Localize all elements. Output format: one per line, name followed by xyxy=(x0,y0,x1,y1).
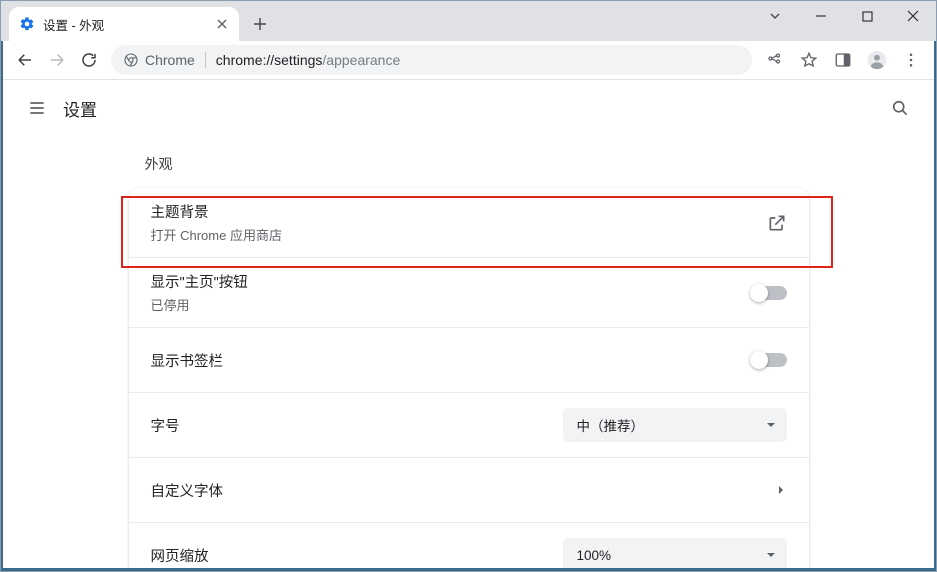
row-page-zoom-title: 网页缩放 xyxy=(151,545,209,566)
url-host: chrome://settings xyxy=(216,52,323,68)
profile-button[interactable] xyxy=(860,44,894,76)
tab-close-button[interactable] xyxy=(215,19,229,29)
page-zoom-value: 100% xyxy=(577,548,612,563)
window-maximize-button[interactable] xyxy=(844,1,890,31)
window-border-right xyxy=(934,1,936,571)
share-button[interactable] xyxy=(758,44,792,76)
row-bookmarks-bar: 显示书签栏 xyxy=(129,327,809,392)
caret-down-icon xyxy=(765,419,777,431)
url-path: /appearance xyxy=(322,52,400,68)
caret-down-icon xyxy=(765,549,777,561)
row-home-button-subtitle: 已停用 xyxy=(151,295,248,314)
section-title: 外观 xyxy=(145,154,809,174)
external-link-icon xyxy=(767,213,787,233)
side-panel-button[interactable] xyxy=(826,44,860,76)
browser-window: 设置 - 外观 xyxy=(0,0,937,572)
row-custom-fonts-title: 自定义字体 xyxy=(151,480,224,501)
window-border-left xyxy=(1,1,3,571)
page-title: 设置 xyxy=(63,96,97,121)
chevron-right-icon xyxy=(775,484,787,496)
address-bar[interactable]: Chrome chrome://settings/appearance xyxy=(111,45,752,75)
row-theme[interactable]: 主题背景 打开 Chrome 应用商店 xyxy=(129,188,809,257)
nav-toolbar: Chrome chrome://settings/appearance xyxy=(1,41,936,80)
chrome-icon xyxy=(123,52,139,68)
row-page-zoom: 网页缩放 100% xyxy=(129,522,809,572)
new-tab-button[interactable] xyxy=(245,9,275,39)
row-custom-fonts[interactable]: 自定义字体 xyxy=(129,457,809,522)
settings-search-button[interactable] xyxy=(878,86,922,130)
title-bar: 设置 - 外观 xyxy=(1,1,936,41)
gear-icon xyxy=(19,16,35,32)
toggle-off-icon xyxy=(751,353,787,367)
window-border-bottom xyxy=(1,568,936,571)
window-minimize-button[interactable] xyxy=(798,1,844,31)
row-bookmarks-bar-title: 显示书签栏 xyxy=(151,350,224,371)
url-text: chrome://settings/appearance xyxy=(216,52,400,68)
settings-header: 设置 xyxy=(1,80,936,136)
tab-settings-appearance[interactable]: 设置 - 外观 xyxy=(9,7,239,41)
nav-reload-button[interactable] xyxy=(73,44,105,76)
bookmark-button[interactable] xyxy=(792,44,826,76)
bookmarks-bar-toggle[interactable] xyxy=(751,353,787,367)
font-size-value: 中（推荐） xyxy=(577,415,645,435)
site-chip: Chrome xyxy=(123,52,195,68)
home-button-toggle[interactable] xyxy=(751,286,787,300)
appearance-panel: 外观 主题背景 打开 Chrome 应用商店 显示"主页"按钮 已停用 xyxy=(129,154,809,572)
row-home-button-title: 显示"主页"按钮 xyxy=(151,271,248,292)
row-font-size: 字号 中（推荐） xyxy=(129,392,809,457)
nav-back-button[interactable] xyxy=(9,44,41,76)
tab-title: 设置 - 外观 xyxy=(43,15,215,34)
row-theme-text: 主题背景 打开 Chrome 应用商店 xyxy=(151,201,282,244)
window-controls xyxy=(758,1,936,31)
nav-forward-button[interactable] xyxy=(41,44,73,76)
tab-search-button[interactable] xyxy=(758,1,792,31)
row-theme-title: 主题背景 xyxy=(151,201,282,222)
window-close-button[interactable] xyxy=(890,1,936,31)
toggle-off-icon xyxy=(751,286,787,300)
hamburger-menu-button[interactable] xyxy=(15,86,59,130)
font-size-select[interactable]: 中（推荐） xyxy=(563,408,787,442)
settings-content: 外观 主题背景 打开 Chrome 应用商店 显示"主页"按钮 已停用 xyxy=(1,136,936,572)
appearance-card: 主题背景 打开 Chrome 应用商店 显示"主页"按钮 已停用 xyxy=(129,188,809,572)
urlbar-separator xyxy=(205,52,206,68)
kebab-menu-button[interactable] xyxy=(894,44,928,76)
toolbar-right-icons xyxy=(758,44,928,76)
row-home-button: 显示"主页"按钮 已停用 xyxy=(129,257,809,327)
page-zoom-select[interactable]: 100% xyxy=(563,538,787,572)
row-theme-subtitle: 打开 Chrome 应用商店 xyxy=(151,225,282,244)
row-home-button-text: 显示"主页"按钮 已停用 xyxy=(151,271,248,314)
row-bookmarks-bar-text: 显示书签栏 xyxy=(151,350,224,371)
site-chip-label: Chrome xyxy=(145,52,195,68)
row-font-size-title: 字号 xyxy=(151,415,180,436)
